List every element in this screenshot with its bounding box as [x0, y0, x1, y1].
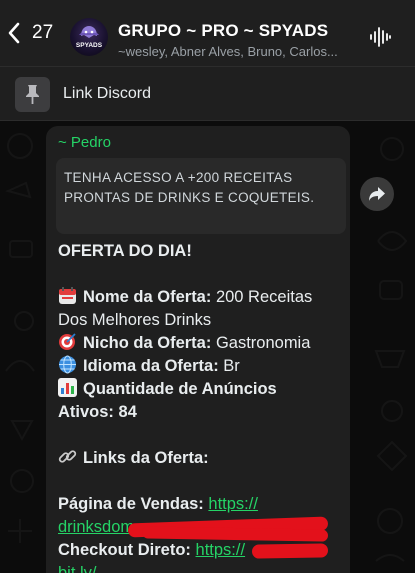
sales-page-label: Página de Vendas: [58, 495, 204, 513]
chevron-left-icon [8, 22, 20, 44]
language-value: Br [218, 357, 240, 375]
unread-count: 27 [32, 22, 54, 43]
offer-name-value: 200 Receitas [211, 288, 313, 306]
chat-title-block[interactable]: GRUPO ~ PRO ~ SPYADS ~wesley, Abner Alve… [118, 21, 358, 59]
quoted-message[interactable]: TENHA ACESSO A +200 RECEITAS PRONTAS DE … [56, 158, 346, 234]
sales-page-link-cont[interactable]: drinksdom [58, 518, 134, 536]
pin-icon [26, 85, 39, 104]
active-line: Ativos: 84 [58, 401, 348, 424]
calendar-icon [59, 287, 76, 304]
offer-name-label: Nome da Oferta: [83, 288, 212, 306]
sales-page-link[interactable]: https:// [208, 495, 258, 513]
ads-count-label: Quantidade de Anúncios [83, 380, 277, 398]
chat-area: ~ Pedro TENHA ACESSO A +200 RECEITAS PRO… [0, 121, 415, 573]
pin-icon-box [15, 77, 50, 112]
ads-count-line: Quantidade de Anúncios [58, 378, 348, 401]
forward-button[interactable] [360, 177, 394, 211]
bar-chart-icon [58, 378, 77, 397]
active-value: 84 [118, 403, 137, 421]
links-label: Links da Oferta: [83, 449, 209, 467]
checkout-link-cont[interactable]: bit.ly/ [58, 564, 97, 573]
active-label: Ativos: [58, 403, 114, 421]
back-button[interactable]: 27 [6, 22, 53, 44]
checkout-label: Checkout Direto: [58, 541, 191, 559]
chat-header: 27 SPYADS GRUPO ~ PRO ~ SPYADS ~wesley, … [0, 0, 415, 66]
svg-text:SPYADS: SPYADS [76, 42, 103, 49]
niche-value: Gastronomia [211, 334, 311, 352]
pinned-message-bar[interactable]: Link Discord [0, 66, 415, 121]
niche-line: Nicho da Oferta: Gastronomia [58, 332, 348, 355]
spy-logo-icon: SPYADS [76, 26, 103, 49]
niche-label: Nicho da Oferta: [83, 334, 212, 352]
member-list: ~wesley, Abner Alves, Bruno, Carlos... [118, 44, 338, 59]
offer-name-value-cont: Dos Melhores Drinks [58, 311, 212, 329]
offer-name-line: Nome da Oferta: 200 Receitas [58, 286, 348, 309]
links-heading-line: Links da Oferta: [58, 447, 348, 470]
link-icon [58, 450, 77, 463]
waveform-icon[interactable] [369, 26, 391, 48]
globe-icon [59, 355, 76, 374]
forward-arrow-icon [369, 187, 385, 201]
checkout-link[interactable]: https:// [196, 541, 246, 559]
target-icon [59, 333, 76, 350]
headline: OFERTA DO DIA! [58, 242, 192, 260]
message-bubble[interactable]: ~ Pedro TENHA ACESSO A +200 RECEITAS PRO… [46, 126, 350, 573]
sales-page-line: Página de Vendas: https:// [58, 493, 348, 516]
language-label: Idioma da Oferta: [83, 357, 219, 375]
sender-name[interactable]: ~ Pedro [58, 134, 111, 151]
checkout-link-cont-line: bit.ly/ [58, 562, 348, 573]
group-title: GRUPO ~ PRO ~ SPYADS [118, 21, 329, 40]
redaction-mark [251, 543, 329, 559]
language-line: Idioma da Oferta: Br [58, 355, 348, 378]
group-avatar[interactable]: SPYADS [70, 18, 108, 56]
pinned-text: Link Discord [63, 85, 152, 102]
